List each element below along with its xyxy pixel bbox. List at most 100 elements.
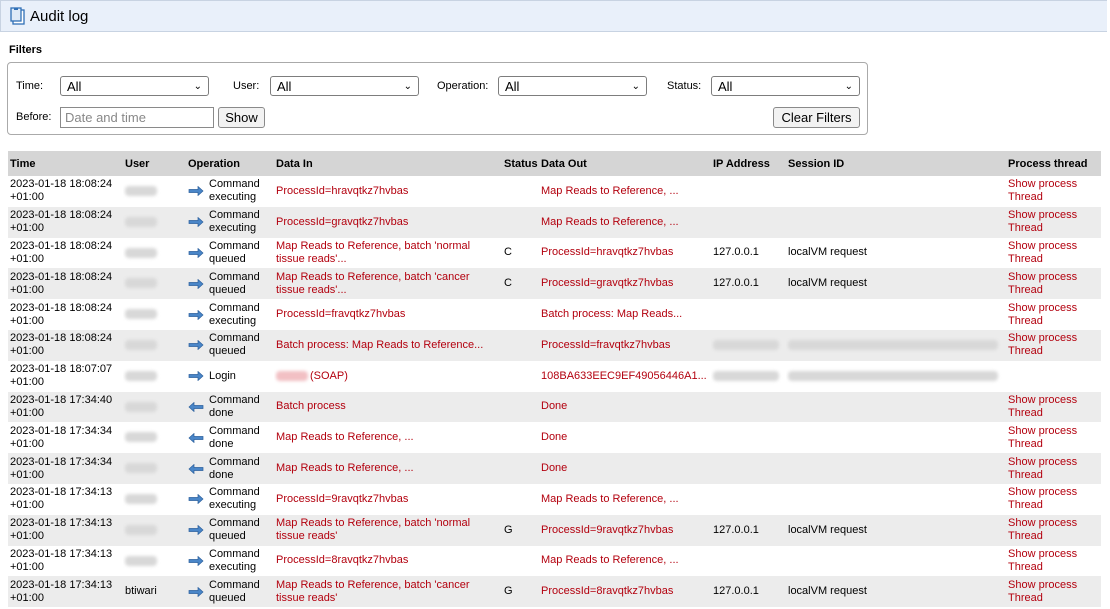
process-thread-cell[interactable]: Show process Thread — [1006, 484, 1101, 515]
show-process-thread-link[interactable]: Show process Thread — [1008, 579, 1077, 604]
show-process-thread-link[interactable]: Show process Thread — [1008, 456, 1077, 481]
data-in-link[interactable]: Map Reads to Reference, batch 'cancer ti… — [276, 579, 469, 604]
process-thread-cell[interactable]: Show process Thread — [1006, 422, 1101, 453]
process-thread-cell[interactable]: Show process Thread — [1006, 268, 1101, 300]
data-out-cell[interactable]: ProcessId=fravqtkz7hvbas — [539, 329, 711, 361]
process-thread-cell[interactable]: Show process Thread — [1006, 576, 1101, 608]
data-out-cell[interactable]: Done — [539, 391, 711, 423]
data-in-link[interactable]: Map Reads to Reference, ... — [276, 462, 414, 474]
data-out-link[interactable]: ProcessId=9ravqtkz7hvbas — [541, 524, 673, 536]
show-process-thread-link[interactable]: Show process Thread — [1008, 486, 1077, 511]
data-in-link[interactable]: Batch process — [276, 400, 346, 412]
process-thread-cell[interactable]: Show process Thread — [1006, 391, 1101, 423]
show-button[interactable]: Show — [218, 107, 265, 128]
column-header-data-in[interactable]: Data In — [274, 151, 502, 176]
data-out-link[interactable]: ProcessId=hravqtkz7hvbas — [541, 246, 673, 258]
data-in-cell[interactable]: Map Reads to Reference, batch 'normal ti… — [274, 238, 502, 269]
process-thread-cell[interactable]: Show process Thread — [1006, 299, 1101, 330]
data-in-cell[interactable]: ProcessId=fravqtkz7hvbas — [274, 299, 502, 330]
data-out-link[interactable]: 108BA633EEC9EF49056446A1... — [541, 370, 707, 382]
data-out-cell[interactable]: Map Reads to Reference, ... — [539, 484, 711, 515]
data-in-link[interactable]: Map Reads to Reference, ... — [276, 431, 414, 443]
data-out-cell[interactable]: Map Reads to Reference, ... — [539, 546, 711, 577]
column-header-session-id[interactable]: Session ID — [786, 151, 1006, 176]
before-datetime-input[interactable]: Date and time — [60, 107, 214, 128]
data-in-cell[interactable]: Map Reads to Reference, batch 'cancer ti… — [274, 576, 502, 608]
column-header-status[interactable]: Status — [502, 151, 539, 176]
show-process-thread-link[interactable]: Show process Thread — [1008, 178, 1077, 203]
data-in-cell[interactable]: Batch process: Map Reads to Reference... — [274, 329, 502, 361]
data-out-cell[interactable]: Batch process: Map Reads... — [539, 299, 711, 330]
column-header-time[interactable]: Time — [8, 151, 123, 176]
show-process-thread-link[interactable]: Show process Thread — [1008, 548, 1077, 573]
data-out-cell[interactable]: Done — [539, 453, 711, 484]
column-header-user[interactable]: User — [123, 151, 186, 176]
show-process-thread-link[interactable]: Show process Thread — [1008, 517, 1077, 542]
data-in-cell[interactable]: ProcessId=gravqtkz7hvbas — [274, 206, 502, 238]
column-header-operation[interactable]: Operation — [186, 151, 274, 176]
data-out-cell[interactable]: 108BA633EEC9EF49056446A1... — [539, 361, 711, 392]
data-out-cell[interactable]: Done — [539, 422, 711, 453]
user-cell — [123, 453, 186, 484]
data-out-link[interactable]: Done — [541, 400, 567, 412]
status-filter-select[interactable]: All ⌄ — [711, 76, 860, 96]
data-out-link[interactable]: Done — [541, 431, 567, 443]
data-in-link[interactable]: Map Reads to Reference, batch 'normal ti… — [276, 240, 470, 265]
show-process-thread-link[interactable]: Show process Thread — [1008, 394, 1077, 419]
show-process-thread-link[interactable]: Show process Thread — [1008, 425, 1077, 450]
column-header-process-thread[interactable]: Process thread — [1006, 151, 1101, 176]
show-process-thread-link[interactable]: Show process Thread — [1008, 240, 1077, 265]
data-out-link[interactable]: Map Reads to Reference, ... — [541, 216, 679, 228]
data-out-link[interactable]: ProcessId=fravqtkz7hvbas — [541, 339, 670, 351]
data-out-cell[interactable]: ProcessId=8ravqtkz7hvbas — [539, 576, 711, 608]
show-process-thread-link[interactable]: Show process Thread — [1008, 209, 1077, 234]
data-out-link[interactable]: Batch process: Map Reads... — [541, 308, 682, 320]
data-in-cell[interactable]: Map Reads to Reference, ... — [274, 422, 502, 453]
process-thread-cell[interactable]: Show process Thread — [1006, 453, 1101, 484]
process-thread-cell[interactable]: Show process Thread — [1006, 514, 1101, 546]
data-in-cell[interactable]: Map Reads to Reference, batch 'cancer ti… — [274, 268, 502, 300]
data-out-link[interactable]: Map Reads to Reference, ... — [541, 554, 679, 566]
process-thread-cell[interactable]: Show process Thread — [1006, 238, 1101, 269]
column-header-ip-address[interactable]: IP Address — [711, 151, 786, 176]
data-in-cell[interactable]: Batch process — [274, 391, 502, 423]
show-process-thread-link[interactable]: Show process Thread — [1008, 302, 1077, 327]
data-in-link[interactable]: ProcessId=fravqtkz7hvbas — [276, 308, 405, 320]
data-out-cell[interactable]: Map Reads to Reference, ... — [539, 176, 711, 207]
data-out-link[interactable]: ProcessId=8ravqtkz7hvbas — [541, 585, 673, 597]
data-out-cell[interactable]: ProcessId=9ravqtkz7hvbas — [539, 514, 711, 546]
data-out-link[interactable]: ProcessId=gravqtkz7hvbas — [541, 277, 673, 289]
data-in-cell[interactable]: ProcessId=hravqtkz7hvbas — [274, 176, 502, 207]
process-thread-cell[interactable]: Show process Thread — [1006, 206, 1101, 238]
data-in-link[interactable]: Map Reads to Reference, batch 'cancer ti… — [276, 271, 469, 296]
data-out-link[interactable]: Map Reads to Reference, ... — [541, 493, 679, 505]
data-in-cell[interactable]: (SOAP) — [274, 361, 502, 392]
data-out-cell[interactable]: ProcessId=gravqtkz7hvbas — [539, 268, 711, 300]
show-process-thread-link[interactable]: Show process Thread — [1008, 271, 1077, 296]
user-filter-select[interactable]: All ⌄ — [270, 76, 419, 96]
data-out-cell[interactable]: Map Reads to Reference, ... — [539, 206, 711, 238]
data-in-link[interactable]: Batch process: Map Reads to Reference... — [276, 339, 483, 351]
column-header-data-out[interactable]: Data Out — [539, 151, 711, 176]
operation-filter-select[interactable]: All ⌄ — [498, 76, 647, 96]
data-in-link[interactable]: ProcessId=gravqtkz7hvbas — [276, 216, 408, 228]
process-thread-cell[interactable]: Show process Thread — [1006, 546, 1101, 577]
data-in-link[interactable]: ProcessId=9ravqtkz7hvbas — [276, 493, 408, 505]
process-thread-cell[interactable]: Show process Thread — [1006, 176, 1101, 207]
data-in-cell[interactable]: ProcessId=9ravqtkz7hvbas — [274, 484, 502, 515]
data-in-link[interactable]: ProcessId=hravqtkz7hvbas — [276, 185, 408, 197]
clear-filters-button[interactable]: Clear Filters — [773, 107, 860, 128]
data-in-cell[interactable]: Map Reads to Reference, ... — [274, 453, 502, 484]
data-out-cell[interactable]: ProcessId=hravqtkz7hvbas — [539, 238, 711, 269]
data-out-link[interactable]: Map Reads to Reference, ... — [541, 185, 679, 197]
data-in-cell[interactable]: Map Reads to Reference, batch 'normal ti… — [274, 514, 502, 546]
data-in-link[interactable]: ProcessId=8ravqtkz7hvbas — [276, 554, 408, 566]
process-thread-cell[interactable] — [1006, 361, 1101, 392]
data-in-cell[interactable]: ProcessId=8ravqtkz7hvbas — [274, 546, 502, 577]
time-filter-select[interactable]: All ⌄ — [60, 76, 209, 96]
data-in-link[interactable]: (SOAP) — [310, 370, 348, 382]
process-thread-cell[interactable]: Show process Thread — [1006, 329, 1101, 361]
show-process-thread-link[interactable]: Show process Thread — [1008, 332, 1077, 357]
data-in-link[interactable]: Map Reads to Reference, batch 'normal ti… — [276, 517, 470, 542]
data-out-link[interactable]: Done — [541, 462, 567, 474]
